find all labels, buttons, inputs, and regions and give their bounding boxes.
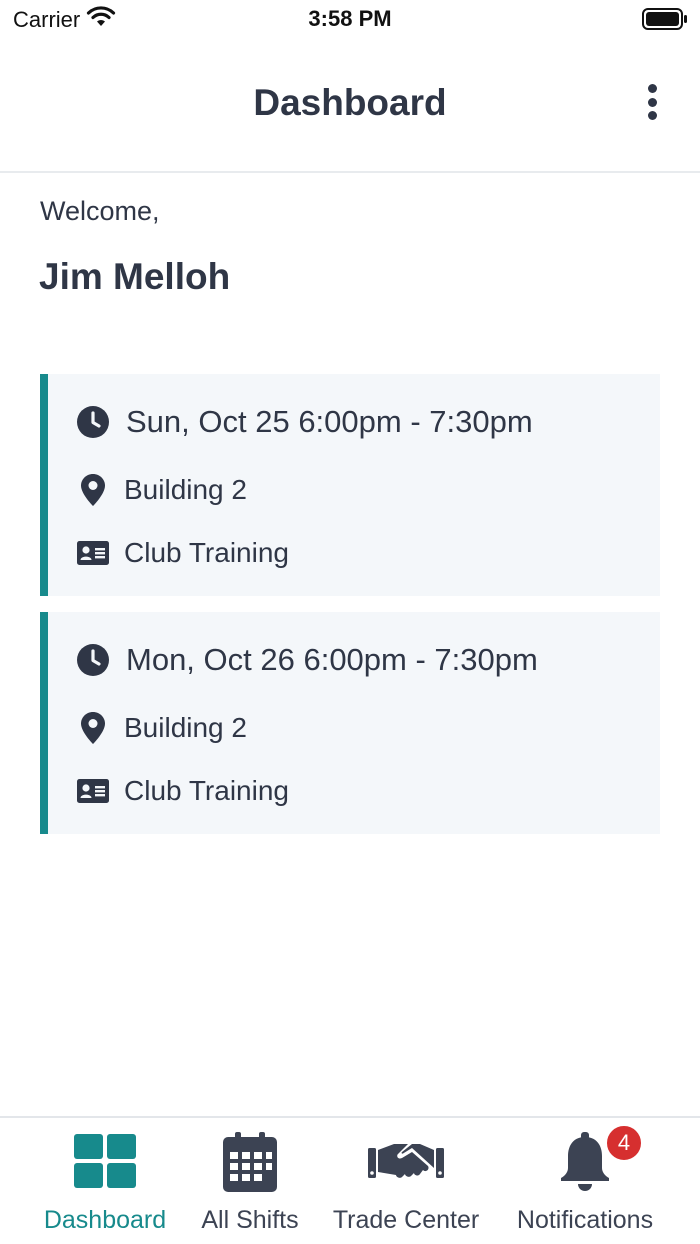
- clock-icon: [76, 405, 110, 439]
- welcome-text: Welcome,: [40, 196, 160, 226]
- dashboard-grid-icon: [74, 1132, 136, 1192]
- battery-icon: [642, 8, 688, 35]
- tab-dashboard[interactable]: Dashboard: [40, 1118, 170, 1244]
- status-time: 3:58 PM: [308, 6, 392, 31]
- calendar-icon: [223, 1132, 277, 1192]
- tab-label: Dashboard: [43, 1206, 167, 1234]
- bell-icon: 4: [559, 1124, 643, 1192]
- shift-datetime: Sun, Oct 25 6:00pm - 7:30pm: [126, 404, 533, 439]
- header: Dashboard: [0, 40, 700, 173]
- id-card-icon: [76, 536, 110, 570]
- shift-datetime: Mon, Oct 26 6:00pm - 7:30pm: [126, 642, 538, 677]
- page-title: Dashboard: [253, 82, 447, 123]
- shift-role-row: Club Training: [76, 536, 289, 570]
- shift-role: Club Training: [124, 775, 289, 806]
- map-pin-icon: [76, 711, 110, 745]
- shift-role-row: Club Training: [76, 774, 289, 808]
- shift-location: Building 2: [124, 474, 247, 505]
- bottom-tab-bar: Dashboard All Shifts Trade Center 4 Noti…: [0, 1116, 700, 1244]
- more-vertical-icon: [647, 84, 657, 93]
- shift-location: Building 2: [124, 712, 247, 743]
- tab-label: Trade Center: [332, 1206, 480, 1234]
- handshake-icon: [368, 1132, 444, 1192]
- shift-card[interactable]: Sun, Oct 25 6:00pm - 7:30pm Building 2 C…: [40, 374, 660, 596]
- shift-card[interactable]: Mon, Oct 26 6:00pm - 7:30pm Building 2 C…: [40, 612, 660, 834]
- status-bar: Carrier 3:58 PM: [0, 0, 700, 40]
- shift-time-row: Sun, Oct 25 6:00pm - 7:30pm: [76, 404, 533, 440]
- tab-trade-center[interactable]: Trade Center: [330, 1118, 482, 1244]
- tab-all-shifts[interactable]: All Shifts: [195, 1118, 305, 1244]
- id-card-icon: [76, 774, 110, 808]
- more-dot: [647, 111, 657, 120]
- shift-time-row: Mon, Oct 26 6:00pm - 7:30pm: [76, 642, 538, 678]
- tab-label: All Shifts: [201, 1206, 299, 1234]
- user-name: Jim Melloh: [39, 256, 231, 297]
- notification-badge: 4: [605, 1124, 643, 1162]
- more-options-button[interactable]: [640, 84, 664, 120]
- tab-notifications[interactable]: 4 Notifications: [510, 1118, 660, 1244]
- clock-icon: [76, 643, 110, 677]
- tab-label: Notifications: [516, 1206, 654, 1234]
- more-dot: [647, 97, 657, 107]
- shift-location-row: Building 2: [76, 711, 247, 745]
- shift-location-row: Building 2: [76, 473, 247, 507]
- map-pin-icon: [76, 473, 110, 507]
- shift-role: Club Training: [124, 537, 289, 568]
